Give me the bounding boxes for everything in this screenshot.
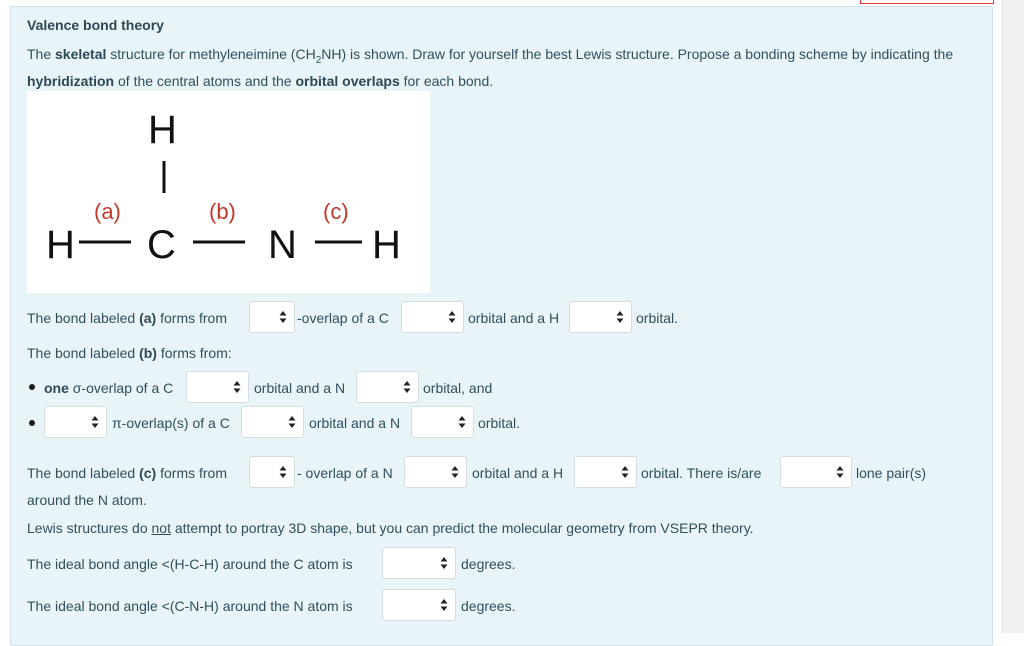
atom-h-left: H [46, 223, 75, 267]
bond-b-pi-n-orbital-select[interactable] [411, 406, 474, 438]
bond-c-pre: The bond labeled [27, 465, 140, 481]
bond-c-text-3: orbital. There is/are [641, 465, 762, 481]
angle-hch-select[interactable] [382, 547, 456, 579]
select-arrows-icon [233, 381, 241, 393]
intro-text: of the central atoms and the [114, 72, 296, 89]
bond-c-text-2: orbital and a H [472, 465, 564, 481]
select-arrows-icon [91, 416, 99, 428]
bond-b-prompt: The bond labeled (b) forms from: [27, 344, 232, 362]
select-arrows-icon [451, 466, 459, 478]
atom-n: N [268, 223, 297, 267]
scrollbar[interactable] [1002, 0, 1024, 633]
bond-c-prompt: The bond labeled (c) forms from [27, 464, 227, 482]
lewis-note-t1: Lewis structures do [27, 520, 152, 536]
angle-hch-prompt: The ideal bond angle <(H-C-H) around the… [27, 556, 353, 572]
select-arrows-icon [279, 466, 287, 478]
bond-b-sigma-text-3: orbital, and [423, 380, 493, 396]
bond-c-text-1: - overlap of a N [297, 465, 393, 481]
select-arrows-icon [458, 416, 466, 428]
bond-c-text-5: around the N atom. [27, 492, 147, 508]
bond-c-text-4: lone pair(s) [856, 465, 927, 481]
intro-text: NH) is shown. Draw for yourself the best… [321, 46, 954, 62]
bond-c-n-orbital-select[interactable] [404, 456, 467, 488]
intro-text: structure for methyleneimine (CH [106, 46, 316, 62]
bond-c-h-orbital-select[interactable] [574, 456, 637, 488]
bond-b-mid: forms from: [156, 345, 232, 361]
bond-a-text-2: orbital and a H [468, 310, 560, 326]
select-arrows-icon [448, 311, 456, 323]
bond-a-mid: forms from [156, 310, 227, 326]
bond-a-h-orbital-select[interactable] [569, 301, 632, 333]
select-arrows-icon [621, 466, 629, 478]
angle-cnh-prompt: The ideal bond angle <(C-N-H) around the… [27, 598, 353, 614]
select-arrows-icon [279, 311, 287, 323]
bond-b-sigma-c-orbital-select[interactable] [186, 371, 249, 403]
bond-b-pi-text-1: π-overlap(s) of a C [112, 415, 230, 431]
header-tab-outline [860, 0, 994, 4]
bond-a-prompt: The bond labeled (a) forms from [27, 309, 227, 327]
lewis-note-underline: not [151, 520, 171, 536]
atom-h-right: H [372, 223, 401, 267]
bond-c-overlap-type-select[interactable] [249, 456, 295, 488]
bond-b-pi-count-select[interactable] [44, 406, 107, 438]
label-a: (a) [94, 199, 121, 224]
bond-a-c-orbital-select[interactable] [401, 301, 464, 333]
atom-h-top: H [148, 108, 177, 152]
select-arrows-icon [616, 311, 624, 323]
atom-c: C [147, 223, 176, 267]
bond-b-sigma-text-2: orbital and a N [254, 380, 346, 396]
lewis-note: Lewis structures do not attempt to portr… [27, 519, 754, 537]
bond-a-pre: The bond labeled [27, 310, 140, 326]
bond-b-pi-text-3: orbital. [478, 415, 521, 431]
select-arrows-icon [836, 466, 844, 478]
bond-b-pi-c-orbital-select[interactable] [241, 406, 304, 438]
bond-b-pi-text-2: orbital and a N [309, 415, 401, 431]
lewis-note-t2: attempt to portray 3D shape, but you can… [170, 520, 754, 536]
intro-bold: orbital overlaps [295, 72, 400, 89]
question-intro: The skeletal structure for methyleneimin… [27, 44, 967, 92]
select-arrows-icon [440, 557, 448, 569]
intro-text: The [27, 46, 56, 62]
bond-b-label: (b) [139, 345, 157, 361]
bullet-2 [29, 420, 35, 426]
bond-c-mid: forms from [156, 465, 227, 481]
skeletal-structure-image: H H C N H (a) (b) (c) [27, 91, 430, 293]
bond-b-sigma-t1: σ-overlap of a C [68, 380, 174, 396]
skeletal-structure-diagram: H H C N H (a) (b) (c) [46, 108, 401, 267]
bond-a-text-3: orbital. [636, 310, 679, 326]
intro-bold: skeletal [55, 46, 107, 62]
select-arrows-icon [440, 599, 448, 611]
bond-b-sigma-text-1: one σ-overlap of a C [44, 379, 173, 397]
bond-b-pre: The bond labeled [27, 345, 140, 361]
bond-b-sigma-n-orbital-select[interactable] [356, 371, 419, 403]
angle-cnh-select[interactable] [382, 589, 456, 621]
label-b: (b) [209, 199, 236, 224]
intro-bold: hybridization [27, 72, 115, 89]
label-c: (c) [323, 199, 349, 224]
bond-a-text-1: -overlap of a C [297, 310, 389, 326]
intro-text: for each bond. [399, 72, 494, 89]
bond-c-label: (c) [139, 465, 157, 481]
select-arrows-icon [403, 381, 411, 393]
question-title: Valence bond theory [27, 17, 164, 33]
lone-pairs-select[interactable] [780, 456, 852, 488]
bullet-1 [29, 384, 35, 390]
bond-b-sigma-bold: one [44, 380, 69, 396]
angle-cnh-unit: degrees. [461, 598, 516, 614]
bond-a-overlap-type-select[interactable] [249, 301, 295, 333]
select-arrows-icon [288, 416, 296, 428]
bond-a-label: (a) [139, 310, 157, 326]
angle-hch-unit: degrees. [461, 556, 516, 572]
